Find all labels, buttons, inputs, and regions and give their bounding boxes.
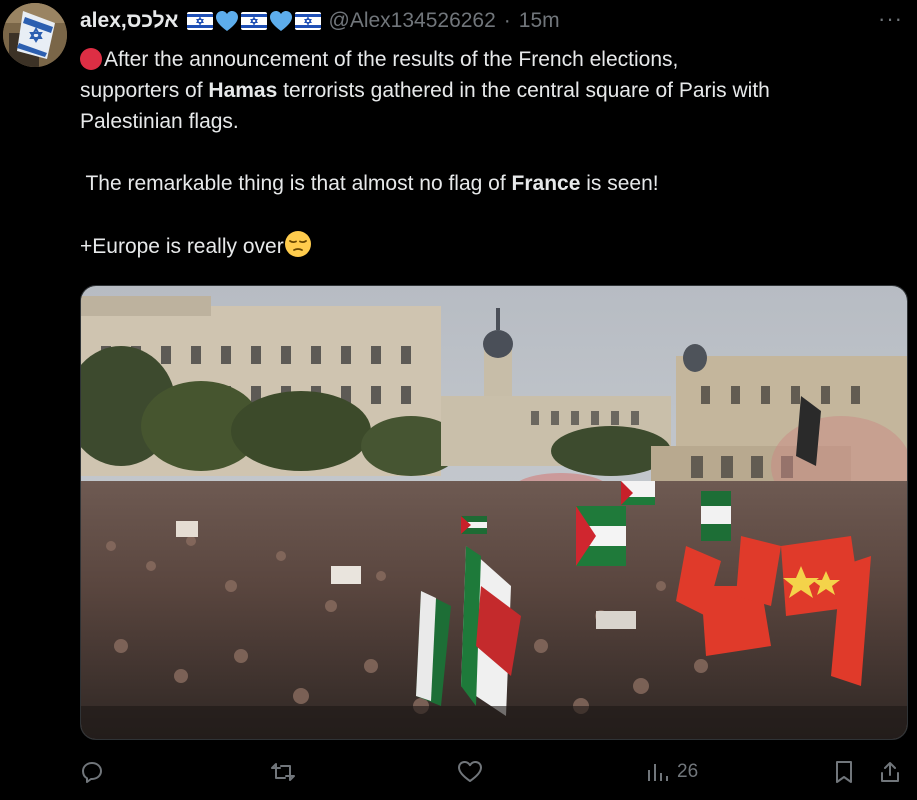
tweet-line-text: terrorists gathered in the central squar… — [277, 79, 770, 102]
bookmark-button[interactable] — [832, 760, 856, 784]
tweet-line: supporters of Hamas terrorists gathered … — [80, 75, 900, 106]
reply-icon — [82, 762, 102, 783]
tweet-line-text: supporters of — [80, 79, 209, 102]
tweet-line-text: After the announcement of the results of… — [104, 48, 679, 71]
user-handle[interactable]: @Alex134526262 — [329, 9, 496, 33]
israel-flag-icon — [240, 12, 267, 30]
like-button[interactable] — [457, 760, 483, 784]
analytics-icon — [648, 764, 668, 781]
red-circle-icon — [80, 48, 102, 70]
bookmark-icon — [836, 761, 852, 783]
israel-flag-icon — [294, 12, 321, 30]
tweet-line: Palestinian flags. — [80, 106, 900, 137]
timestamp[interactable]: 15m — [519, 9, 560, 33]
tweet-header: alex,אלכס @Alex134526262 · 15m — [80, 8, 560, 34]
avatar[interactable] — [3, 3, 67, 67]
tweet-actions: 26 — [80, 760, 908, 790]
tweet: alex,אלכס @Alex134526262 · 15m ··· After… — [0, 0, 917, 800]
avatar-image — [3, 3, 67, 67]
tweet-line-text: is seen! — [580, 172, 659, 195]
tweet-line: The remarkable thing is that almost no f… — [80, 168, 900, 199]
repost-icon — [271, 763, 295, 781]
tweet-line: +Europe is really over — [80, 230, 900, 262]
blue-heart-icon — [215, 11, 238, 31]
more-options-icon[interactable]: ··· — [878, 6, 903, 32]
meta-separator: · — [503, 9, 511, 32]
views-count: 26 — [677, 761, 699, 782]
israel-flag-icon — [186, 12, 213, 30]
tweet-line-text: Palestinian flags. — [80, 110, 239, 133]
reply-button[interactable] — [80, 760, 104, 784]
repost-button[interactable] — [270, 760, 296, 784]
heart-icon — [458, 761, 482, 782]
share-icon — [881, 762, 899, 782]
tweet-line-text: The remarkable thing is that almost no f… — [80, 172, 512, 195]
tweet-text: After the announcement of the results of… — [80, 44, 900, 262]
blue-heart-icon — [269, 11, 292, 31]
share-button[interactable] — [878, 760, 902, 784]
name-emojis — [186, 10, 321, 32]
views-button[interactable]: 26 — [645, 760, 698, 784]
media-photo[interactable] — [80, 285, 908, 740]
display-name[interactable]: alex,אלכס — [80, 9, 179, 33]
bold-text: Hamas — [208, 79, 278, 102]
tweet-line: After the announcement of the results of… — [80, 44, 900, 75]
bold-text: France — [511, 172, 581, 195]
crowd-photo — [81, 286, 907, 739]
pensive-face-icon — [284, 231, 311, 257]
tweet-line-text: +Europe is really over — [80, 235, 284, 258]
